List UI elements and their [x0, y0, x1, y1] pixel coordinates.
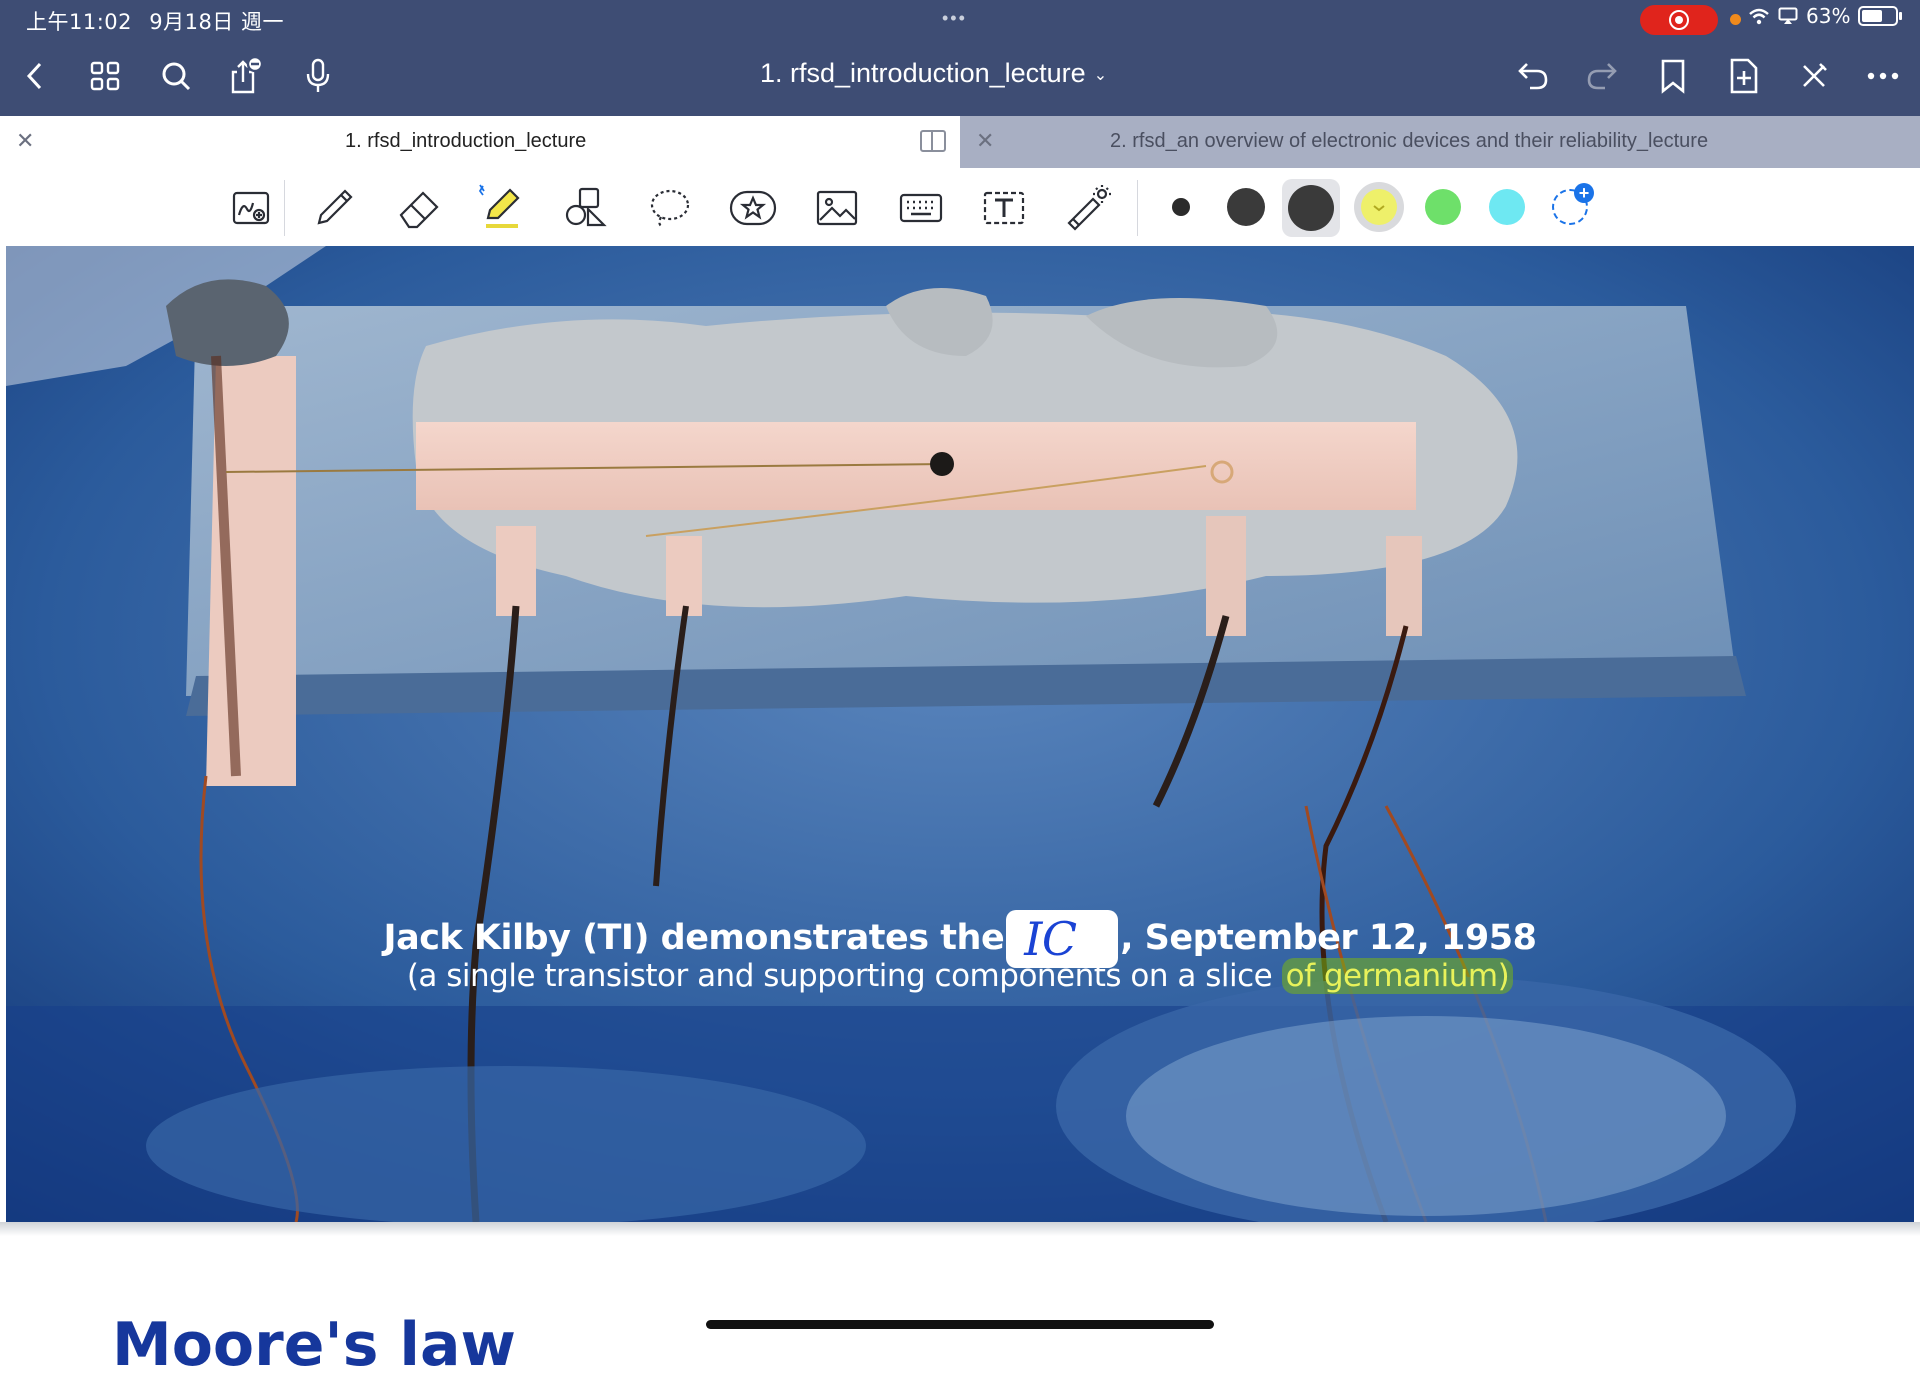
top-navigation-bar: 上午11:02 9月18日 週一 ••• 63% 1. rfsd_introdu…	[0, 0, 1920, 116]
caption-text-after: , September 12, 1958	[1120, 918, 1537, 958]
add-page-button[interactable]	[1723, 55, 1765, 97]
more-icon	[1867, 72, 1899, 80]
record-icon	[1669, 10, 1689, 30]
redo-button[interactable]	[1581, 55, 1623, 97]
tab-label: 1. rfsd_introduction_lecture	[345, 130, 587, 152]
eraser-tool-button[interactable]	[393, 182, 445, 234]
bookmark-icon	[1661, 59, 1685, 94]
highlighted-text[interactable]: of germanium)	[1281, 958, 1514, 994]
lasso-icon	[650, 189, 690, 229]
integrated-circuit-photo	[6, 246, 1914, 1222]
screen-recording-indicator[interactable]	[1640, 5, 1718, 35]
search-button[interactable]	[155, 55, 197, 97]
page-separator	[0, 1222, 1920, 1236]
chevron-down-icon	[1373, 205, 1385, 212]
keyboard-tool-button[interactable]	[895, 182, 947, 234]
plus-icon: +	[1574, 183, 1594, 203]
highlighter-tool-button[interactable]	[474, 182, 526, 234]
image-icon	[816, 190, 858, 226]
sticker-icon	[729, 190, 777, 226]
text-box-tool-button[interactable]	[978, 182, 1030, 234]
color-swatch-cyan[interactable]	[1489, 189, 1525, 225]
toolbar-divider	[1137, 180, 1138, 236]
share-button[interactable]	[224, 55, 266, 97]
next-slide-title: Moore's law	[112, 1310, 516, 1380]
status-date: 9月18日 週一	[149, 10, 284, 34]
battery-percentage: 63%	[1806, 4, 1851, 28]
microphone-icon	[306, 58, 330, 92]
pen-tool-button[interactable]	[308, 182, 360, 234]
more-options-button[interactable]	[1862, 55, 1904, 97]
multitasking-dots-icon[interactable]: •••	[942, 8, 967, 29]
pen-off-icon	[1803, 63, 1827, 87]
undo-button[interactable]	[1512, 55, 1554, 97]
home-indicator[interactable]	[706, 1320, 1214, 1329]
shapes-tool-button[interactable]	[559, 182, 611, 234]
chevron-left-icon	[26, 62, 42, 90]
color-swatch-yellow[interactable]	[1361, 189, 1397, 225]
laser-pointer-icon	[1067, 185, 1111, 231]
lasso-tool-button[interactable]	[644, 182, 696, 234]
eraser-icon	[399, 191, 439, 229]
shapes-icon	[565, 187, 607, 227]
back-button[interactable]	[14, 55, 56, 97]
annotation-toolbar: +	[0, 168, 1920, 246]
sticker-tool-button[interactable]	[727, 182, 779, 234]
slide-caption-line2: (a single transistor and supporting comp…	[6, 958, 1914, 994]
slide-photo-kilby-ic: Jack Kilby (TI) demonstrates the IC, Sept…	[6, 246, 1914, 1222]
status-bar: 上午11:02 9月18日 週一	[26, 6, 294, 36]
highlighter-icon	[478, 184, 520, 228]
undo-icon	[1518, 63, 1548, 90]
screen-mirroring-icon	[1778, 7, 1798, 24]
tab-rfsd-overview[interactable]: ✕ 2. rfsd_an overview of electronic devi…	[960, 116, 1920, 168]
search-icon	[162, 62, 191, 91]
toolbar-toggle-button[interactable]	[1793, 55, 1835, 97]
grid-view-button[interactable]	[84, 55, 126, 97]
bookmark-button[interactable]	[1652, 55, 1694, 97]
caption-text: (a single transistor and supporting comp…	[406, 958, 1282, 994]
close-icon[interactable]: ✕	[976, 128, 994, 154]
close-icon[interactable]: ✕	[16, 128, 34, 154]
document-title: 1. rfsd_introduction_lecture	[760, 58, 1086, 88]
status-time: 上午11:02	[26, 10, 133, 34]
add-page-icon	[1730, 58, 1758, 94]
pen-icon	[317, 189, 353, 225]
grid-icon	[90, 61, 120, 91]
stroke-size-medium[interactable]	[1227, 188, 1265, 226]
tab-label: 2. rfsd_an overview of electronic device…	[1110, 130, 1709, 152]
wifi-icon	[1749, 8, 1769, 25]
zoom-window-button[interactable]	[226, 182, 278, 234]
text-box-icon	[983, 191, 1025, 225]
share-icon	[231, 56, 264, 94]
tab-rfsd-introduction[interactable]: ✕ 1. rfsd_introduction_lecture	[0, 116, 960, 168]
document-tab-bar: ✕ 1. rfsd_introduction_lecture ✕ 2. rfsd…	[0, 116, 1920, 168]
redo-icon	[1587, 63, 1617, 90]
system-status-icons: 63%	[1748, 4, 1903, 28]
microphone-in-use-dot	[1730, 14, 1741, 25]
stroke-size-small[interactable]	[1172, 198, 1190, 216]
chevron-down-icon: ⌄	[1093, 66, 1108, 84]
laser-pointer-tool-button[interactable]	[1062, 182, 1114, 234]
caption-text-before: Jack Kilby (TI) demonstrates the	[383, 918, 1005, 958]
document-title-button[interactable]: 1. rfsd_introduction_lecture ⌄	[760, 58, 1107, 89]
zoom-window-icon	[232, 191, 270, 225]
toolbar-divider	[284, 180, 285, 236]
microphone-button[interactable]	[297, 55, 339, 97]
color-swatch-green[interactable]	[1425, 189, 1461, 225]
split-view-icon[interactable]	[920, 130, 946, 152]
image-tool-button[interactable]	[811, 182, 863, 234]
keyboard-icon	[899, 193, 943, 223]
battery-icon	[1858, 6, 1903, 26]
stroke-size-large[interactable]	[1288, 185, 1334, 231]
